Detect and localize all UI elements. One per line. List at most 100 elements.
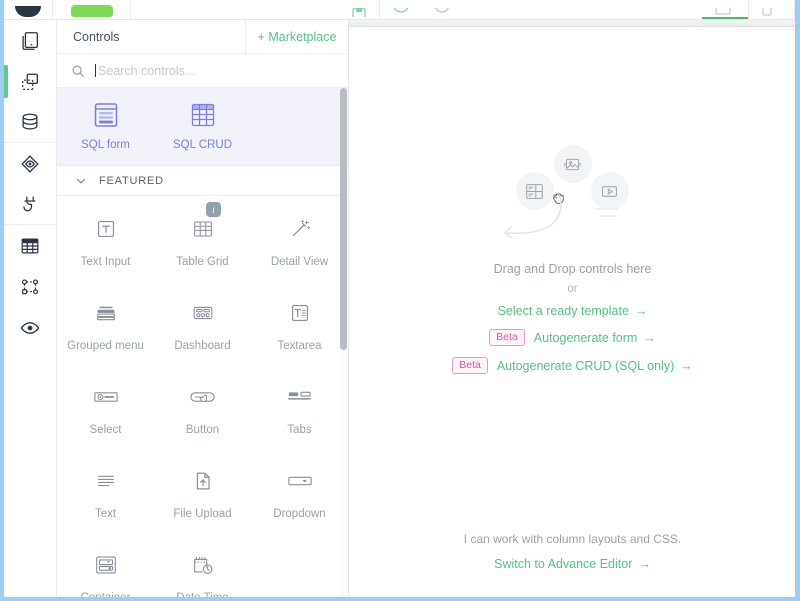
arrow-right-icon: → [638, 557, 651, 571]
control-label: Text Input [81, 256, 131, 268]
undo-icon[interactable] [380, 0, 421, 19]
control-select[interactable]: Select [57, 382, 154, 466]
control-text-input[interactable]: Text Input [57, 214, 154, 298]
eye-diamond-icon [19, 153, 41, 175]
sidebar-item-tables[interactable] [4, 225, 56, 266]
featured-section-header[interactable]: FEATURED [57, 166, 348, 196]
decorative-dashes [593, 205, 623, 226]
dashboard-icon [190, 298, 216, 328]
undo-glyph [391, 8, 411, 17]
control-sql-form[interactable]: SQL form [57, 100, 154, 151]
container-icon [92, 550, 120, 580]
text-icon [93, 466, 119, 496]
workflow-nodes-icon [19, 276, 41, 298]
control-label: Select [90, 424, 122, 436]
autogenerate-crud-row[interactable]: Beta Autogenerate CRUD (SQL only) → [452, 357, 693, 374]
database-icon [19, 111, 41, 133]
control-dashboard[interactable]: Dashboard [154, 298, 251, 382]
controls-grid: Text Input i Table Grid [57, 196, 348, 597]
app-logo[interactable] [4, 0, 53, 19]
control-label: Table Grid [176, 256, 228, 268]
desktop-view-tab[interactable] [702, 0, 749, 19]
curved-arrow-icon [493, 193, 577, 248]
control-sql-crud[interactable]: SQL CRUD [154, 100, 251, 151]
window-frame: Controls + Marketplace [0, 0, 800, 601]
panel-scrollbar-thumb[interactable] [340, 88, 347, 350]
text-input-icon [93, 214, 119, 244]
control-label: Detail View [271, 256, 328, 268]
panel-title: Controls [57, 20, 246, 53]
sql-crud-icon [188, 100, 218, 130]
magic-wand-icon [287, 214, 313, 244]
left-icon-rail [4, 20, 57, 597]
control-label: Textarea [277, 340, 321, 352]
control-tabs[interactable]: Tabs [251, 382, 348, 466]
beta-badge: Beta [452, 357, 488, 374]
mobile-icon [761, 8, 781, 17]
control-table-grid[interactable]: i Table Grid [154, 214, 251, 298]
control-label: SQL form [81, 139, 130, 151]
arrow-right-icon: → [680, 359, 693, 373]
control-text[interactable]: Text [57, 466, 154, 550]
switch-advance-editor-link[interactable]: Switch to Advance Editor → [494, 557, 651, 571]
search-input[interactable] [98, 64, 334, 78]
beta-badge: Beta [489, 329, 525, 346]
mobile-view-tab[interactable] [749, 0, 796, 19]
control-date-time[interactable]: Date Time [154, 550, 251, 597]
control-dropdown[interactable]: Dropdown [251, 466, 348, 550]
sidebar-item-screens[interactable] [4, 61, 56, 102]
autogenerate-crud-link[interactable]: Autogenerate CRUD (SQL only) → [497, 359, 693, 373]
publish-button[interactable] [53, 0, 131, 19]
info-badge[interactable]: i [206, 202, 221, 217]
sidebar-item-visibility[interactable] [4, 143, 56, 184]
controls-panel-header: Controls + Marketplace [57, 20, 348, 54]
control-file-upload[interactable]: File Upload [154, 466, 251, 550]
table-grid-icon [190, 214, 216, 244]
control-label: Dropdown [273, 508, 325, 520]
sidebar-item-workflows[interactable] [4, 266, 56, 307]
sidebar-item-data-sources[interactable] [4, 102, 56, 143]
control-detail-view[interactable]: Detail View [251, 214, 348, 298]
search-row [57, 54, 348, 88]
sidebar-item-integrations[interactable] [4, 184, 56, 225]
control-label: Grouped menu [67, 340, 144, 352]
image-bubble-icon [554, 145, 592, 183]
autogenerate-form-row[interactable]: Beta Autogenerate form → [489, 329, 656, 346]
select-template-link[interactable]: Select a ready template → [498, 304, 648, 318]
eye-icon [19, 317, 41, 339]
marketplace-button[interactable]: + Marketplace [246, 20, 348, 53]
arrow-right-icon: → [635, 304, 648, 318]
control-label: Tabs [287, 424, 311, 436]
control-label: Dashboard [174, 340, 230, 352]
sql-controls-section: SQL form SQL CRUD [57, 88, 348, 166]
select-icon [92, 382, 120, 412]
canvas-footer-note: I can work with column layouts and CSS. … [350, 532, 795, 571]
sidebar-item-pages[interactable] [4, 20, 56, 61]
save-glyph [349, 8, 369, 17]
search-field-wrap [95, 64, 334, 78]
control-textarea[interactable]: Textarea [251, 298, 348, 382]
autogenerate-form-link[interactable]: Autogenerate form → [534, 331, 656, 345]
search-icon [71, 64, 85, 78]
button-icon [188, 382, 218, 412]
sql-form-icon [91, 100, 121, 130]
control-button[interactable]: Button [154, 382, 251, 466]
table-icon [19, 235, 41, 257]
tabs-icon [285, 382, 315, 412]
save-icon[interactable] [339, 0, 380, 19]
control-container[interactable]: Container [57, 550, 154, 597]
application-window: Controls + Marketplace [4, 0, 795, 597]
dropdown-icon [285, 466, 315, 496]
drag-drop-illustration [483, 145, 663, 260]
drag-drop-text: Drag and Drop controls here [494, 262, 652, 276]
design-canvas[interactable]: Drag and Drop controls here or Select a … [350, 27, 795, 597]
sidebar-item-preview[interactable] [4, 307, 56, 348]
toolbar-spacer-mid [462, 0, 702, 19]
logo-mark [15, 6, 41, 17]
publish-pill [71, 5, 113, 17]
or-text: or [567, 283, 577, 295]
pages-icon [19, 30, 41, 52]
control-grouped-menu[interactable]: Grouped menu [57, 298, 154, 382]
control-label: Button [186, 424, 219, 436]
redo-icon[interactable] [421, 0, 462, 19]
